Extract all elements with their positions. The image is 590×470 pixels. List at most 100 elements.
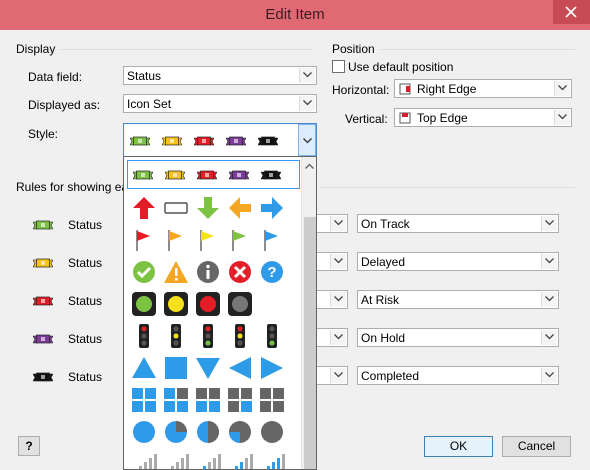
rule-value-select[interactable]: Completed [357,366,559,385]
yellow-ribbon-icon [164,170,186,184]
arrows-icon [163,195,195,227]
icon-set-pies-option[interactable] [124,417,301,449]
black-ribbon-icon [260,170,282,184]
chevron-down-icon[interactable] [541,368,557,383]
position-section-label: Position [332,42,375,56]
chevron-down-icon [303,138,312,144]
chevron-down-icon[interactable] [554,81,570,96]
icon-set-traffic-lights-round-option[interactable] [124,289,301,321]
icon-set-flags-option[interactable] [124,225,301,257]
horizontal-label: Horizontal: [332,83,390,97]
scrollbar-thumb[interactable] [304,217,316,469]
chevron-down-icon[interactable] [299,68,315,83]
rule-value-select[interactable]: Delayed [357,252,559,271]
chevron-down-icon[interactable] [554,110,570,125]
chevron-down-icon[interactable] [330,254,346,269]
use-default-label: Use default position [348,60,454,74]
icon-set-signal-bars-option[interactable] [124,449,301,469]
rule-value: On Track [361,217,410,231]
traffic-lights-round-icon [195,291,227,323]
ok-button[interactable]: OK [424,436,493,457]
close-button[interactable] [553,0,590,24]
chevron-down-icon[interactable] [541,216,557,231]
chevron-down-icon[interactable] [541,292,557,307]
traffic-lights-round-icon [227,291,259,323]
rule-field-label: Status [68,218,103,232]
red-ribbon-icon [193,136,215,150]
quarters-boxes-icon [195,387,227,419]
chevron-down-icon[interactable] [541,254,557,269]
vertical-value: Top Edge [417,111,468,125]
cancel-button[interactable]: Cancel [502,436,571,457]
rule-value: Delayed [361,255,406,269]
chevron-down-icon[interactable] [330,330,346,345]
displayed-as-value: Icon Set [127,97,172,111]
chevron-down-icon[interactable] [330,216,346,231]
display-separator [60,49,312,50]
vertical-select[interactable]: Top Edge [394,108,572,127]
style-dropdown-button[interactable] [298,124,316,156]
chevron-down-icon[interactable] [330,292,346,307]
shapes-icon [195,355,227,387]
green-ribbon-icon [129,136,151,150]
shapes-icon [163,355,195,387]
position-separator [380,49,575,50]
pies-icon [227,419,259,451]
horizontal-value: Right Edge [417,82,477,96]
rule-value-select[interactable]: At Risk [357,290,559,309]
style-select[interactable] [123,123,317,157]
icon-set-quarters-boxes-option[interactable] [124,385,301,417]
rules-separator [320,187,575,188]
quarters-boxes-icon [227,387,259,419]
rule-value-select[interactable]: On Track [357,214,559,233]
traffic-lights-rimmed-icon [131,323,163,355]
symbols-icon [131,259,163,291]
traffic-lights-rimmed-icon [227,323,259,355]
signal-bars-icon [259,451,291,469]
chevron-up-icon[interactable] [305,163,314,169]
pies-icon [163,419,195,451]
flags-icon [227,227,259,259]
black-ribbon-icon [257,136,279,150]
style-label: Style: [28,127,59,141]
symbols-icon: ? [259,259,291,291]
use-default-checkbox[interactable] [332,60,345,73]
chevron-down-icon[interactable] [541,330,557,345]
close-icon [565,6,577,18]
quarters-boxes-icon [131,387,163,419]
rule-value: On Hold [361,331,406,345]
horizontal-select[interactable]: Right Edge [394,79,572,98]
icon-set-traffic-lights-rimmed-option[interactable] [124,321,301,353]
flags-icon [163,227,195,259]
symbols-icon [195,259,227,291]
help-icon: ? [25,439,33,453]
rule-value-select[interactable]: On Hold [357,328,559,347]
icon-set-shapes-option[interactable] [124,353,301,385]
icon-set-symbols-option[interactable]: ? [124,257,301,289]
icon-set-arrows-option[interactable] [124,193,301,225]
icon-set-options: ? [124,193,301,469]
purple-ribbon-icon [225,136,247,150]
chevron-down-icon[interactable] [299,96,315,111]
help-button[interactable]: ? [18,436,40,456]
data-field-label: Data field: [28,70,83,84]
traffic-lights-round-icon [131,291,163,323]
traffic-lights-rimmed-icon [195,323,227,355]
arrows-icon [195,195,227,227]
signal-bars-icon [163,451,195,469]
displayed-as-select[interactable]: Icon Set [123,94,317,113]
yellow-ribbon-icon [32,258,54,272]
yellow-ribbon-icon [161,136,183,150]
pies-icon [259,419,291,451]
signal-bars-icon [227,451,259,469]
rule-field-label: Status [68,332,103,346]
display-section-label: Display [16,42,56,56]
data-field-select[interactable]: Status [123,66,317,85]
symbols-icon [163,259,195,291]
chevron-down-icon[interactable] [330,368,346,383]
quarters-boxes-icon [259,387,291,419]
flags-icon [195,227,227,259]
arrows-icon [227,195,259,227]
rules-section-label: Rules for showing ea [16,180,129,194]
icon-set-dropdown-list[interactable]: ? [123,156,317,470]
